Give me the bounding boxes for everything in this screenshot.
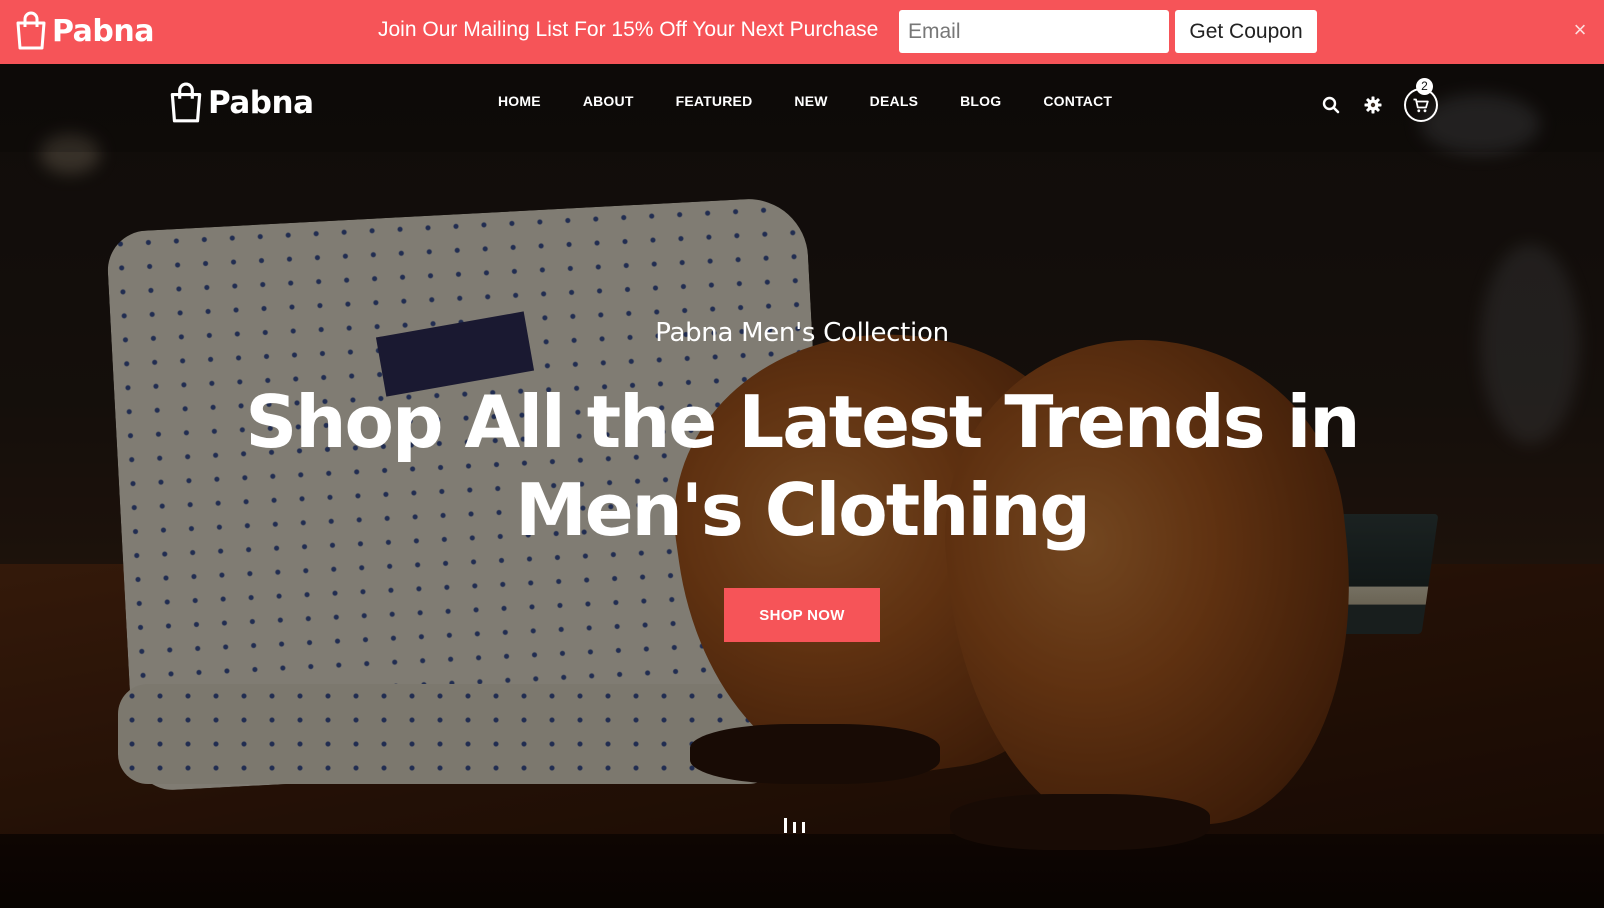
slider-dot[interactable]: [802, 822, 805, 833]
promo-logo[interactable]: Pabna: [14, 10, 155, 52]
nav-item-new[interactable]: NEW: [794, 92, 827, 110]
slider-dots: [784, 818, 805, 833]
promo-logo-text: Pabna: [52, 13, 155, 49]
nav-item-deals[interactable]: DEALS: [870, 92, 918, 110]
nav-item-home[interactable]: HOME: [498, 92, 541, 110]
nav-logo-text: Pabna: [208, 85, 314, 121]
hero-subtitle: Pabna Men's Collection: [655, 318, 949, 348]
cart-button[interactable]: 2: [1404, 78, 1438, 122]
nav-item-featured[interactable]: FEATURED: [676, 92, 753, 110]
nav-menu: HOME ABOUT FEATURED NEW DEALS BLOG CONTA…: [498, 92, 1154, 110]
shop-now-button[interactable]: SHOP NOW: [724, 588, 880, 642]
cart-icon: [1413, 98, 1429, 112]
nav-item-blog[interactable]: BLOG: [960, 92, 1001, 110]
promo-message: Join Our Mailing List For 15% Off Your N…: [378, 18, 879, 41]
main-nav: Pabna HOME ABOUT FEATURED NEW DEALS BLOG…: [0, 64, 1604, 152]
email-input[interactable]: [899, 10, 1169, 53]
cart-count-badge: 2: [1416, 78, 1433, 95]
promo-bar: Pabna Join Our Mailing List For 15% Off …: [0, 0, 1604, 64]
get-coupon-button[interactable]: Get Coupon: [1175, 10, 1317, 53]
search-icon[interactable]: [1316, 90, 1346, 120]
slider-dot[interactable]: [784, 818, 787, 833]
close-icon[interactable]: ×: [1568, 18, 1592, 42]
slider-dot[interactable]: [793, 822, 796, 833]
hero-title: Shop All the Latest Trends in Men's Clot…: [245, 380, 1360, 552]
shopping-bag-icon: [16, 11, 46, 50]
nav-item-about[interactable]: ABOUT: [583, 92, 634, 110]
nav-icons: 2: [1316, 78, 1438, 122]
gear-icon[interactable]: [1358, 90, 1388, 120]
nav-item-contact[interactable]: CONTACT: [1043, 92, 1112, 110]
nav-logo[interactable]: Pabna: [168, 80, 314, 126]
shopping-bag-icon: [170, 82, 202, 123]
